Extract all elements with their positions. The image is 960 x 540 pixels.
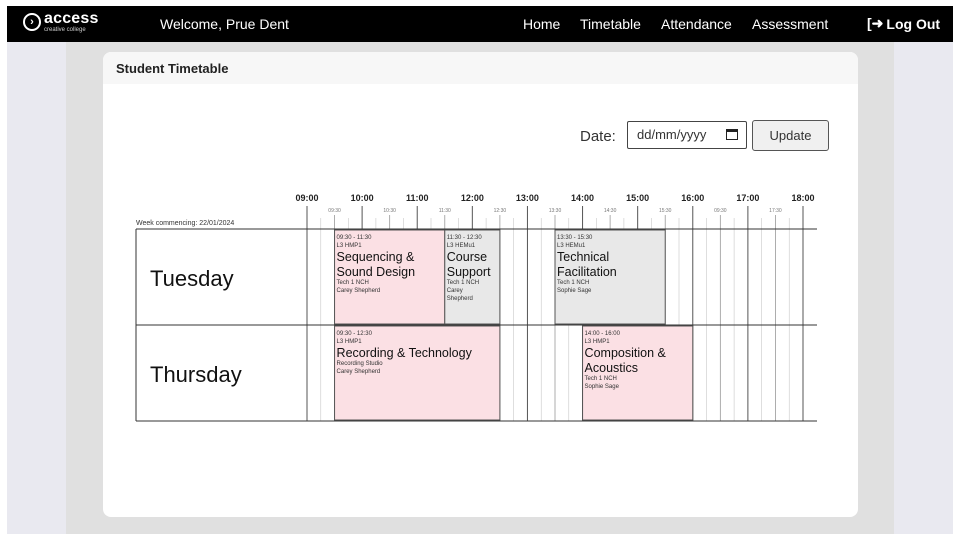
day-label: Tuesday [150,266,234,291]
session-tutor: Carey Shepherd [337,288,381,294]
day-label: Thursday [150,362,242,387]
hour-label: 15:00 [626,193,649,203]
half-hour-label: 15:30 [659,208,672,214]
half-hour-label: 10:30 [383,208,396,214]
session-title: Course [447,250,487,264]
session-title: Support [447,265,491,279]
session-group: L3 HMP1 [337,339,363,345]
half-hour-label: 09:30 [328,208,341,214]
session-group: L3 HMP1 [337,243,363,249]
session-room: Tech 1 NCH [585,376,617,382]
session-time: 09:30 - 12:30 [337,331,373,337]
session-room: Tech 1 NCH [447,280,479,286]
session-title: Facilitation [557,265,617,279]
hour-label: 14:00 [571,193,594,203]
session-title: Sound Design [337,265,416,279]
session-group: L3 HEMu1 [447,243,476,249]
session-group: L3 HEMu1 [557,243,586,249]
session-time: 14:00 - 16:00 [585,331,621,337]
half-hour-label: 13:30 [549,208,562,214]
session-time: 13:30 - 15:30 [557,235,593,241]
half-hour-label: 17:30 [769,208,782,214]
hour-label: 11:00 [406,193,429,203]
hour-label: 18:00 [791,193,814,203]
session-room: Tech 1 NCH [557,280,589,286]
hour-label: 10:00 [351,193,374,203]
session-title: Sequencing & [337,250,416,264]
hour-label: 12:00 [461,193,484,203]
session-title: Composition & [585,346,667,360]
session-tutor: Carey [447,288,463,294]
week-label: Week commencing: 22/01/2024 [136,220,234,227]
session-room: Recording Studio [337,361,384,367]
session-time: 09:30 - 11:30 [337,235,373,241]
session-title: Technical [557,250,609,264]
session-tutor: Sophie Sage [585,384,620,390]
hour-label: 16:00 [681,193,704,203]
hour-label: 17:00 [736,193,759,203]
session-room: Tech 1 NCH [337,280,369,286]
session-time: 11:30 - 12:30 [447,235,483,241]
hour-label: 09:00 [295,193,318,203]
half-hour-label: 09:30 [714,208,727,214]
half-hour-label: 14:30 [604,208,617,214]
session-group: L3 HMP1 [585,339,611,345]
session-title: Recording & Technology [337,346,473,360]
session-tutor: Carey Shepherd [337,369,381,375]
session-tutor: Shepherd [447,296,473,302]
session-tutor: Sophie Sage [557,288,592,294]
half-hour-label: 12:30 [494,208,507,214]
session-title: Acoustics [585,361,639,375]
timetable-grid: Week commencing: 22/01/2024 09:00 10:00 11:… [135,193,817,422]
hour-label: 13:00 [516,193,539,203]
half-hour-label: 11:30 [439,208,451,214]
